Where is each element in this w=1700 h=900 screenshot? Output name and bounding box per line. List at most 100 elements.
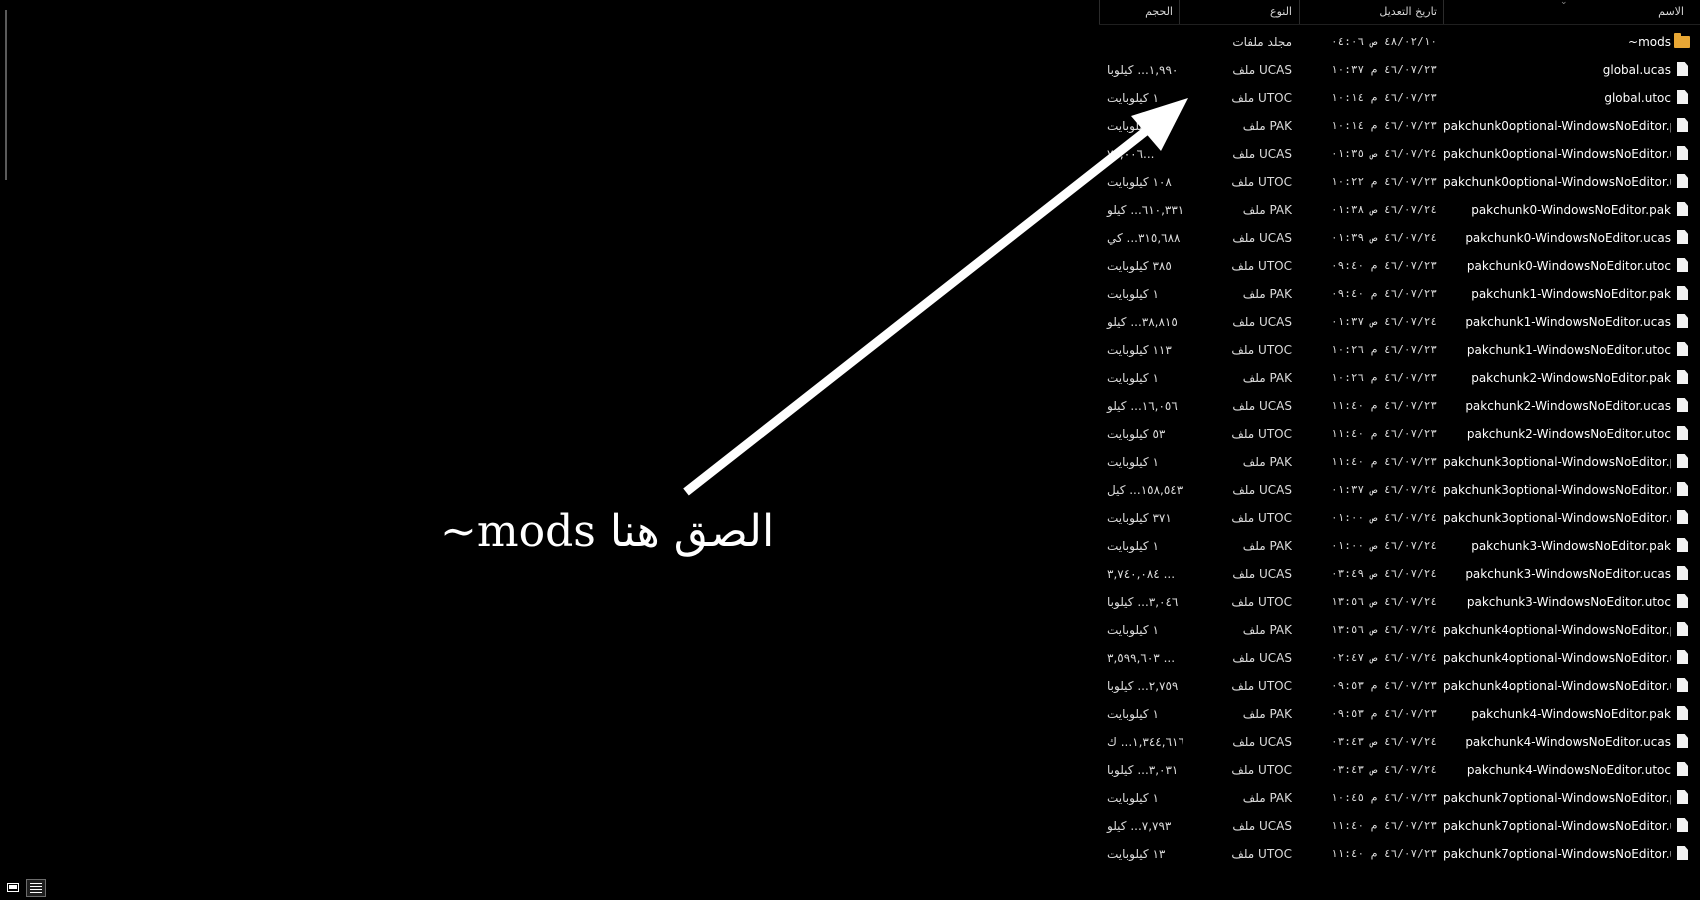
file-name[interactable]: pakchunk2-WindowsNoEditor.pak [1443, 364, 1671, 392]
file-date-modified: ٤٦/٠٧/٢٣ م ١١:٤٠ [1331, 819, 1437, 832]
file-name[interactable]: pakchunk1-WindowsNoEditor.ucas [1443, 308, 1671, 336]
file-name[interactable]: global.utoc [1443, 84, 1671, 112]
file-name[interactable]: pakchunk3optional-WindowsNoEditor.ut... [1443, 504, 1671, 532]
file-name[interactable]: ~mods [1443, 28, 1671, 56]
file-name[interactable]: pakchunk4-WindowsNoEditor.pak [1443, 700, 1671, 728]
file-date-modified: ٤٦/٠٧/٢٣ م ٠٩:٤٠ [1331, 259, 1437, 272]
file-name[interactable]: pakchunk2-WindowsNoEditor.utoc [1443, 420, 1671, 448]
file-name[interactable]: pakchunk3-WindowsNoEditor.utoc [1443, 588, 1671, 616]
file-date-modified: ٤٦/٠٧/٢٤ ص ٠١:٣٥ [1331, 147, 1437, 160]
file-row[interactable]: ١١٣ كيلوبايت ملف UTOC ٤٦/٠٧/٢٣ م ١٠:٢٦ pakc… [1099, 336, 1700, 364]
file-icon-glyph [1677, 118, 1688, 132]
file-icon [1677, 510, 1689, 525]
file-row[interactable]: ١ كيلوبايت ملف PAK ٤٦/٠٧/٢٤ ص ٠١:٠٠ pakchun… [1099, 532, 1700, 560]
details-view-button[interactable] [4, 879, 24, 897]
file-name[interactable]: pakchunk4-WindowsNoEditor.utoc [1443, 756, 1671, 784]
file-row[interactable]: ٣,٧٤٠,٠٨٤ ... ملف UCAS ٤٦/٠٧/٢٤ ص ٠٣:٤٩ pak… [1099, 560, 1700, 588]
folder-row[interactable]: مجلد ملفات ٤٨/٠٢/١٠ ص ٠٤:٠٦ ~mods [1099, 28, 1700, 56]
file-row[interactable]: ١٦,٠٥٦... كيلو ملف UCAS ٤٦/٠٧/٢٣ م ١١:٤٠ pa… [1099, 392, 1700, 420]
file-date-modified: ٤٦/٠٧/٢٣ م ١١:٤٠ [1331, 399, 1437, 412]
file-date-modified: ٤٦/٠٧/٢٤ ص ٠١:٠٠ [1331, 539, 1437, 552]
file-icon-glyph [1677, 818, 1688, 832]
file-name[interactable]: pakchunk7optional-WindowsNoEditor.pak [1443, 784, 1671, 812]
file-name[interactable]: pakchunk2-WindowsNoEditor.ucas [1443, 392, 1671, 420]
file-explorer-window: الحجم النوع تاريخ التعديل الاسم ⌄ مجلد م… [0, 0, 1700, 900]
file-icon [1677, 230, 1689, 245]
file-size: ٧,٧٩٣... كيلو [1107, 819, 1172, 833]
file-row[interactable]: ١٥٨,٥٤٣... كيل ملف UCAS ٤٦/٠٧/٢٤ ص ٠١:٣٧ pa… [1099, 476, 1700, 504]
file-row[interactable]: ٣,٥٩٩,٦٠٣ ... ملف UCAS ٤٦/٠٧/٢٤ ص ٠٢:٤٧ pak… [1099, 644, 1700, 672]
file-icon-glyph [1677, 174, 1688, 188]
file-row[interactable]: ١ كيلوبايت ملف PAK ٤٦/٠٧/٢٣ م ٠٩:٤٠ pakchun… [1099, 280, 1700, 308]
file-row[interactable]: ٣,٠٣١... كيلوبا ملف UTOC ٤٦/٠٧/٢٤ ص ٠٣:٤٣ p… [1099, 756, 1700, 784]
file-row[interactable]: ١٣ كيلوبايت ملف UTOC ٤٦/٠٧/٢٣ م ١١:٤٠ pakch… [1099, 840, 1700, 868]
file-size: ١ كيلوبايت [1107, 623, 1159, 637]
left-pane-scrollbar[interactable] [5, 10, 7, 180]
file-row[interactable]: ١ كيلوبايت ملف PAK ٤٦/٠٧/٢٣ م ١١:٤٠ pakchun… [1099, 448, 1700, 476]
file-date-modified: ٤٦/٠٧/٢٤ ص ١٣:٥٦ [1331, 623, 1437, 636]
file-name[interactable]: pakchunk4optional-WindowsNoEditor.pak [1443, 616, 1671, 644]
file-row[interactable]: ٣٨,٨١٥... كيلو ملف UCAS ٤٦/٠٧/٢٤ ص ٠١:٣٧ pa… [1099, 308, 1700, 336]
file-row[interactable]: ٦١٠,٣٣١... كيلو ملف PAK ٤٦/٠٧/٢٤ ص ٠١:٣٨ pa… [1099, 196, 1700, 224]
file-row[interactable]: ١,٣٤٤,٦١٦... ك ملف UCAS ٤٦/٠٧/٢٤ ص ٠٣:٤٣ pa… [1099, 728, 1700, 756]
file-row[interactable]: ١٠٨ كيلوبايت ملف UTOC ٤٦/٠٧/٢٣ م ١٠:٢٢ pakc… [1099, 168, 1700, 196]
file-name[interactable]: pakchunk0optional-WindowsNoEditor.ut... [1443, 168, 1671, 196]
file-row[interactable]: ١ كيلوبايت ملف PAK ٤٦/٠٧/٢٣ م ٠٩:٥٣ pakchun… [1099, 700, 1700, 728]
file-row[interactable]: ١ كيلوبايت ملف PAK ٤٦/٠٧/٢٤ ص ١٣:٥٦ pakchun… [1099, 616, 1700, 644]
file-icon-glyph [1677, 342, 1688, 356]
file-name[interactable]: pakchunk4-WindowsNoEditor.ucas [1443, 728, 1671, 756]
list-view-button[interactable] [26, 879, 46, 897]
file-row[interactable]: ٣٨٥ كيلوبايت ملف UTOC ٤٦/٠٧/٢٣ م ٠٩:٤٠ pakc… [1099, 252, 1700, 280]
file-date-modified: ٤٦/٠٧/٢٤ ص ٠٣:٤٩ [1331, 567, 1437, 580]
column-header-type[interactable]: النوع [1179, 0, 1299, 24]
column-header-date-modified[interactable]: تاريخ التعديل [1299, 0, 1443, 24]
file-name[interactable]: pakchunk3optional-WindowsNoEditor.pak [1443, 448, 1671, 476]
file-icon [1677, 846, 1689, 861]
file-type: ملف PAK [1242, 203, 1292, 217]
file-type: ملف UCAS [1232, 483, 1292, 497]
file-name[interactable]: pakchunk7optional-WindowsNoEditor.ut... [1443, 840, 1671, 868]
file-name[interactable]: pakchunk1-WindowsNoEditor.utoc [1443, 336, 1671, 364]
file-row[interactable]: ١,٩٩٠... كيلوبا ملف UCAS ٤٦/٠٧/٢٣ م ١٠:٣٧ g… [1099, 56, 1700, 84]
file-date-modified: ٤٦/٠٧/٢٣ م ١١:٤٠ [1331, 847, 1437, 860]
file-date-modified: ٤٦/٠٧/٢٤ ص ٠١:٣٧ [1331, 315, 1437, 328]
file-icon [1677, 174, 1689, 189]
file-size: ٣١٥,٦٨٨... كي [1107, 231, 1181, 245]
file-row[interactable]: كيلوبايت ملف PAK ٤٦/٠٧/٢٣ م ١٠:١٤ pakchunk0… [1099, 112, 1700, 140]
file-row[interactable]: ٣١٥,٦٨٨... كي ملف UCAS ٤٦/٠٧/٢٤ ص ٠١:٣٩ pak… [1099, 224, 1700, 252]
file-row[interactable]: ١ كيلوبايت ملف PAK ٤٦/٠٧/٢٣ م ١٠:٤٥ pakchun… [1099, 784, 1700, 812]
file-row[interactable]: ٢,٧٥٩... كيلوبا ملف UTOC ٤٦/٠٧/٢٣ م ٠٩:٥٣ p… [1099, 672, 1700, 700]
file-size: ١,٣٤٤,٦١٦... ك [1107, 735, 1183, 749]
file-date-modified: ٤٦/٠٧/٢٤ ص ٠٣:٤٣ [1331, 763, 1437, 776]
file-name[interactable]: pakchunk0optional-WindowsNoEditor.pak [1443, 112, 1671, 140]
file-name[interactable]: pakchunk0-WindowsNoEditor.utoc [1443, 252, 1671, 280]
file-row[interactable]: ٧,٧٩٣... كيلو ملف UCAS ٤٦/٠٧/٢٣ م ١١:٤٠ pak… [1099, 812, 1700, 840]
file-name[interactable]: pakchunk3optional-WindowsNoEditor.u... [1443, 476, 1671, 504]
file-name[interactable]: pakchunk4optional-WindowsNoEditor.ut... [1443, 672, 1671, 700]
file-row[interactable]: ١ كيلوبايت ملف UTOC ٤٦/٠٧/٢٣ م ١٠:١٤ global… [1099, 84, 1700, 112]
file-name[interactable]: pakchunk0-WindowsNoEditor.ucas [1443, 224, 1671, 252]
file-type: ملف PAK [1242, 539, 1292, 553]
file-type: ملف PAK [1242, 119, 1292, 133]
column-header-row: الحجم النوع تاريخ التعديل الاسم [1099, 0, 1700, 25]
file-size: ١٣ كيلوبايت [1107, 847, 1166, 861]
file-name[interactable]: pakchunk1-WindowsNoEditor.pak [1443, 280, 1671, 308]
file-row[interactable]: ٧٧,٠٠٦... ملف UCAS ٤٦/٠٧/٢٤ ص ٠١:٣٥ pakchun… [1099, 140, 1700, 168]
file-row[interactable]: ٥٣ كيلوبايت ملف UTOC ٤٦/٠٧/٢٣ م ١١:٤٠ pakch… [1099, 420, 1700, 448]
file-row[interactable]: ٣٧١ كيلوبايت ملف UTOC ٤٦/٠٧/٢٤ ص ٠١:٠٠ pakc… [1099, 504, 1700, 532]
file-date-modified: ٤٦/٠٧/٢٤ ص ١٣:٥٦ [1331, 595, 1437, 608]
file-name[interactable]: pakchunk0optional-WindowsNoEditor.u... [1443, 140, 1671, 168]
file-name[interactable]: pakchunk3-WindowsNoEditor.ucas [1443, 560, 1671, 588]
file-type: ملف UCAS [1232, 819, 1292, 833]
file-name[interactable]: pakchunk4optional-WindowsNoEditor.u... [1443, 644, 1671, 672]
file-icon [1677, 482, 1689, 497]
file-row[interactable]: ٣,٠٤٦... كيلوبا ملف UTOC ٤٦/٠٧/٢٤ ص ١٣:٥٦ p… [1099, 588, 1700, 616]
file-name[interactable]: pakchunk0-WindowsNoEditor.pak [1443, 196, 1671, 224]
file-icon-glyph [1677, 482, 1688, 496]
file-name[interactable]: pakchunk7optional-WindowsNoEditor.ucas [1443, 812, 1671, 840]
file-name[interactable]: global.ucas [1443, 56, 1671, 84]
file-name[interactable]: pakchunk3-WindowsNoEditor.pak [1443, 532, 1671, 560]
column-header-size[interactable]: الحجم [1099, 0, 1179, 24]
column-header-name[interactable]: الاسم [1443, 0, 1700, 24]
file-row[interactable]: ١ كيلوبايت ملف PAK ٤٦/٠٧/٢٣ م ١٠:٢٦ pakchun… [1099, 364, 1700, 392]
